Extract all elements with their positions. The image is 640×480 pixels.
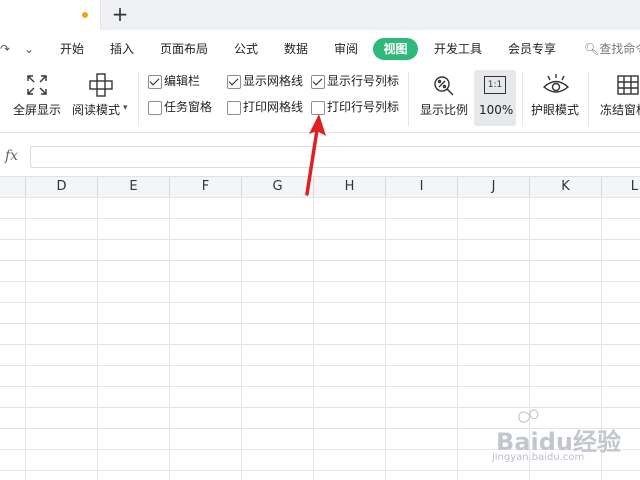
formula-input[interactable] [30,146,640,168]
freeze-panes-label[interactable]: 冻结窗格 [600,102,640,118]
document-tab[interactable] [0,0,101,30]
ribbon-separator [522,72,523,126]
unsaved-indicator-dot [82,12,88,18]
menu-data[interactable]: 数据 [284,40,308,58]
eye-protection-icon[interactable] [542,72,570,98]
menu-developer-tools[interactable]: 开发工具 [434,40,482,58]
command-search[interactable]: 🔍︎查找命令 [584,40,640,58]
menu-insert[interactable]: 插入 [110,40,134,58]
menu-bar: ↷ ⌄ 开始 插入 页面布局 公式 数据 审阅 视图 开发工具 会员专享 🔍︎查… [0,30,640,66]
task-pane-checkbox-label[interactable]: 任务窗格 [164,99,212,115]
ribbon-separator [138,72,139,126]
search-icon: 🔍︎ [584,42,600,56]
freeze-panes-icon[interactable] [616,74,640,96]
formula-bar-checkbox-label[interactable]: 编辑栏 [164,73,200,89]
column-header-j[interactable]: J [458,177,530,197]
print-gridlines-checkbox[interactable] [227,101,241,115]
menu-home[interactable]: 开始 [60,40,84,58]
print-headings-checkbox-label[interactable]: 打印行号列标 [327,99,399,115]
watermark-url: jingyan.baidu.com [492,452,585,463]
column-header-k[interactable]: K [530,177,602,197]
ribbon-separator [408,72,409,126]
fullscreen-icon[interactable] [26,74,48,96]
show-headings-checkbox[interactable] [311,75,325,89]
show-gridlines-checkbox-label[interactable]: 显示网格线 [243,73,303,89]
reading-mode-dropdown-icon[interactable]: ▾ [123,100,128,116]
redo-icon[interactable]: ↷ [0,40,10,58]
formula-bar-checkbox[interactable] [148,75,162,89]
grid-line [457,197,458,480]
column-header-partial[interactable] [0,177,26,197]
zoom-ratio-label[interactable]: 显示比例 [420,102,468,118]
grid-line [241,197,242,480]
reading-mode-icon[interactable] [88,72,114,98]
show-headings-checkbox-label[interactable]: 显示行号列标 [327,73,399,89]
column-header-i[interactable]: I [386,177,458,197]
grid-line [25,197,26,480]
red-annotation-arrow [305,114,326,196]
grid-line [313,197,314,480]
reading-mode-label[interactable]: 阅读模式 [72,102,120,118]
column-header-d[interactable]: D [26,177,98,197]
tab-bar: + [0,0,640,30]
menu-review[interactable]: 审阅 [334,40,358,58]
menu-page-layout[interactable]: 页面布局 [160,40,208,58]
grid-line [169,197,170,480]
search-placeholder: 查找命令 [599,42,640,56]
actual-size-icon: 1:1 [484,76,506,94]
quick-access-dropdown-icon[interactable]: ⌄ [24,40,34,58]
show-gridlines-checkbox[interactable] [227,75,241,89]
zoom-100-label: 100% [479,103,514,117]
print-gridlines-checkbox-label[interactable]: 打印网格线 [243,99,303,115]
new-tab-button[interactable]: + [111,3,129,25]
grid-line [385,197,386,480]
zoom-ratio-icon[interactable] [432,74,456,98]
column-header-e[interactable]: E [98,177,170,197]
column-header-f[interactable]: F [170,177,242,197]
fx-icon[interactable]: fx [5,148,18,164]
ribbon-separator [588,72,589,126]
fullscreen-label[interactable]: 全屏显示 [13,102,61,118]
menu-member[interactable]: 会员专享 [508,40,556,58]
menu-view[interactable]: 视图 [373,38,418,60]
column-header-l[interactable]: L [602,177,640,197]
grid-line [97,197,98,480]
eye-protection-label[interactable]: 护眼模式 [531,102,579,118]
menu-formulas[interactable]: 公式 [234,40,258,58]
task-pane-checkbox[interactable] [148,101,162,115]
